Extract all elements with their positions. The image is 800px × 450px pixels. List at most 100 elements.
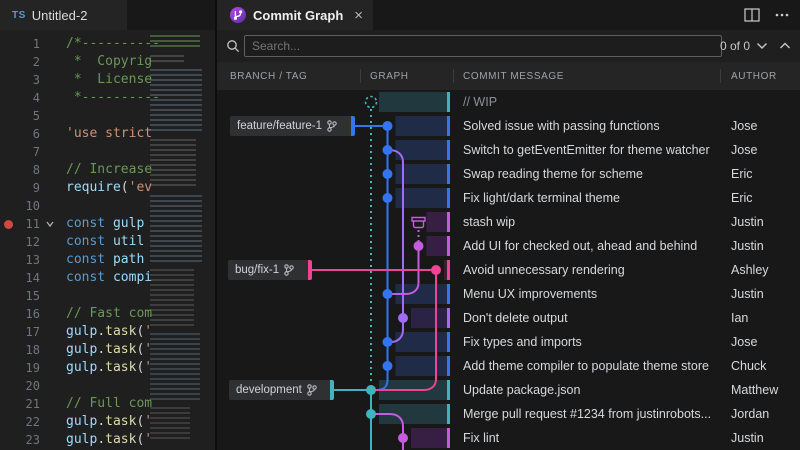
commit-author: Justin xyxy=(731,431,764,445)
code-text: // Increase xyxy=(66,161,152,179)
panel-tabstrip: Commit Graph × xyxy=(217,0,800,30)
git-branch-icon xyxy=(307,384,317,396)
commit-row[interactable]: Fix lintJustin xyxy=(217,426,800,450)
code-text: gulp.task(' xyxy=(66,323,152,341)
commit-row[interactable]: Add theme compiler to populate theme sto… xyxy=(217,354,800,378)
commit-author: Chuck xyxy=(731,359,766,373)
more-actions-icon[interactable] xyxy=(774,8,790,22)
commit-author: Jose xyxy=(731,335,757,349)
minimap-block xyxy=(150,333,200,401)
commit-row[interactable]: Don't delete outputIan xyxy=(217,306,800,330)
line-number[interactable]: 13 xyxy=(0,251,40,269)
branch-label-development[interactable]: development xyxy=(229,380,334,400)
line-number[interactable]: 7 xyxy=(0,143,40,161)
breakpoint-icon[interactable] xyxy=(4,220,13,229)
commit-message: // WIP xyxy=(463,95,497,109)
code-text: 'use strict xyxy=(66,125,152,143)
commit-message: Switch to getEventEmitter for theme watc… xyxy=(463,143,710,157)
commit-row[interactable]: Fix light/dark terminal themeEric xyxy=(217,186,800,210)
tab-commit-graph[interactable]: Commit Graph × xyxy=(217,0,373,30)
commit-rows: // WIPSolved issue with passing function… xyxy=(217,90,800,450)
line-number[interactable]: 3 xyxy=(0,71,40,89)
line-number[interactable]: 2 xyxy=(0,53,40,71)
search-next-button[interactable] xyxy=(754,38,770,54)
commit-row[interactable]: // WIP xyxy=(217,90,800,114)
minimap-block xyxy=(150,269,194,327)
code-editor[interactable]: 1/*----------2 * Copyrig3 * License4 *--… xyxy=(0,30,215,450)
column-author[interactable]: AUTHOR xyxy=(731,71,777,82)
commit-row[interactable]: Menu UX improvementsJustin xyxy=(217,282,800,306)
code-text: gulp.task(' xyxy=(66,341,152,359)
panel-tab-label: Commit Graph xyxy=(253,8,343,23)
commit-message: Fix light/dark terminal theme xyxy=(463,191,620,205)
vscode-window: TS Untitled-2 1/*----------2 * Copyrig3 … xyxy=(0,0,800,450)
commit-message: Don't delete output xyxy=(463,311,568,325)
minimap-block xyxy=(150,69,202,133)
code-text: const gulp xyxy=(66,215,144,233)
line-number[interactable]: 6 xyxy=(0,125,40,143)
minimap[interactable] xyxy=(148,33,212,447)
git-branch-icon xyxy=(327,120,337,132)
column-separator[interactable] xyxy=(453,69,454,83)
commit-message: Add theme compiler to populate theme sto… xyxy=(463,359,709,373)
line-number[interactable]: 12 xyxy=(0,233,40,251)
fold-chevron-icon[interactable] xyxy=(45,219,55,229)
branch-label-accent xyxy=(351,116,355,136)
tab-untitled-2[interactable]: TS Untitled-2 xyxy=(0,0,127,30)
code-text: const path xyxy=(66,251,144,269)
branch-label-feature-feature-1[interactable]: feature/feature-1 xyxy=(230,116,355,136)
column-separator[interactable] xyxy=(720,69,721,83)
line-number[interactable]: 16 xyxy=(0,305,40,323)
minimap-block xyxy=(150,195,202,263)
commit-author: Justin xyxy=(731,215,764,229)
line-number[interactable]: 4 xyxy=(0,89,40,107)
line-number[interactable]: 23 xyxy=(0,431,40,449)
commit-author: Jordan xyxy=(731,407,769,421)
commit-author: Matthew xyxy=(731,383,778,397)
code-text: * License xyxy=(66,71,152,89)
code-text: const util xyxy=(66,233,144,251)
commit-row[interactable]: Add UI for checked out, ahead and behind… xyxy=(217,234,800,258)
commit-message: Update package.json xyxy=(463,383,580,397)
commit-message: Add UI for checked out, ahead and behind xyxy=(463,239,697,253)
line-number[interactable]: 15 xyxy=(0,287,40,305)
branch-name: feature/feature-1 xyxy=(237,120,322,132)
minimap-block xyxy=(150,55,184,63)
line-number[interactable]: 17 xyxy=(0,323,40,341)
code-text: /*---------- xyxy=(66,35,160,53)
line-number[interactable]: 18 xyxy=(0,341,40,359)
column-branch-tag[interactable]: BRANCH / TAG xyxy=(230,71,307,82)
line-number[interactable]: 9 xyxy=(0,179,40,197)
branch-label-bug-fix-1[interactable]: bug/fix-1 xyxy=(228,260,312,280)
line-number[interactable]: 14 xyxy=(0,269,40,287)
commit-author: Jose xyxy=(731,119,757,133)
line-number[interactable]: 22 xyxy=(0,413,40,431)
column-commit-message[interactable]: COMMIT MESSAGE xyxy=(463,71,564,82)
line-number[interactable]: 1 xyxy=(0,35,40,53)
search-input[interactable] xyxy=(244,35,722,57)
commit-row[interactable]: Merge pull request #1234 from justinrobo… xyxy=(217,402,800,426)
search-prev-button[interactable] xyxy=(777,38,793,54)
commit-row[interactable]: stash wip Justin xyxy=(217,210,800,234)
split-editor-icon[interactable] xyxy=(744,8,760,22)
line-number[interactable]: 20 xyxy=(0,377,40,395)
line-number[interactable]: 8 xyxy=(0,161,40,179)
column-separator[interactable] xyxy=(360,69,361,83)
line-number[interactable]: 5 xyxy=(0,107,40,125)
commit-row[interactable]: Swap reading theme for schemeEric xyxy=(217,162,800,186)
column-graph[interactable]: GRAPH xyxy=(370,71,409,82)
search-icon xyxy=(226,39,240,53)
close-icon[interactable]: × xyxy=(354,7,363,24)
commit-row[interactable]: Switch to getEventEmitter for theme watc… xyxy=(217,138,800,162)
code-text: * Copyrig xyxy=(66,53,152,71)
line-number[interactable]: 10 xyxy=(0,197,40,215)
commit-message: stash wip xyxy=(463,215,515,229)
line-number[interactable]: 19 xyxy=(0,359,40,377)
commit-row[interactable]: Fix types and importsJose xyxy=(217,330,800,354)
code-text: // Fast com xyxy=(66,305,152,323)
commit-message: Menu UX improvements xyxy=(463,287,597,301)
commit-author: Jose xyxy=(731,143,757,157)
graph-column-header: BRANCH / TAG GRAPH COMMIT MESSAGE AUTHOR xyxy=(217,62,800,90)
line-number[interactable]: 21 xyxy=(0,395,40,413)
minimap-block xyxy=(150,407,190,441)
